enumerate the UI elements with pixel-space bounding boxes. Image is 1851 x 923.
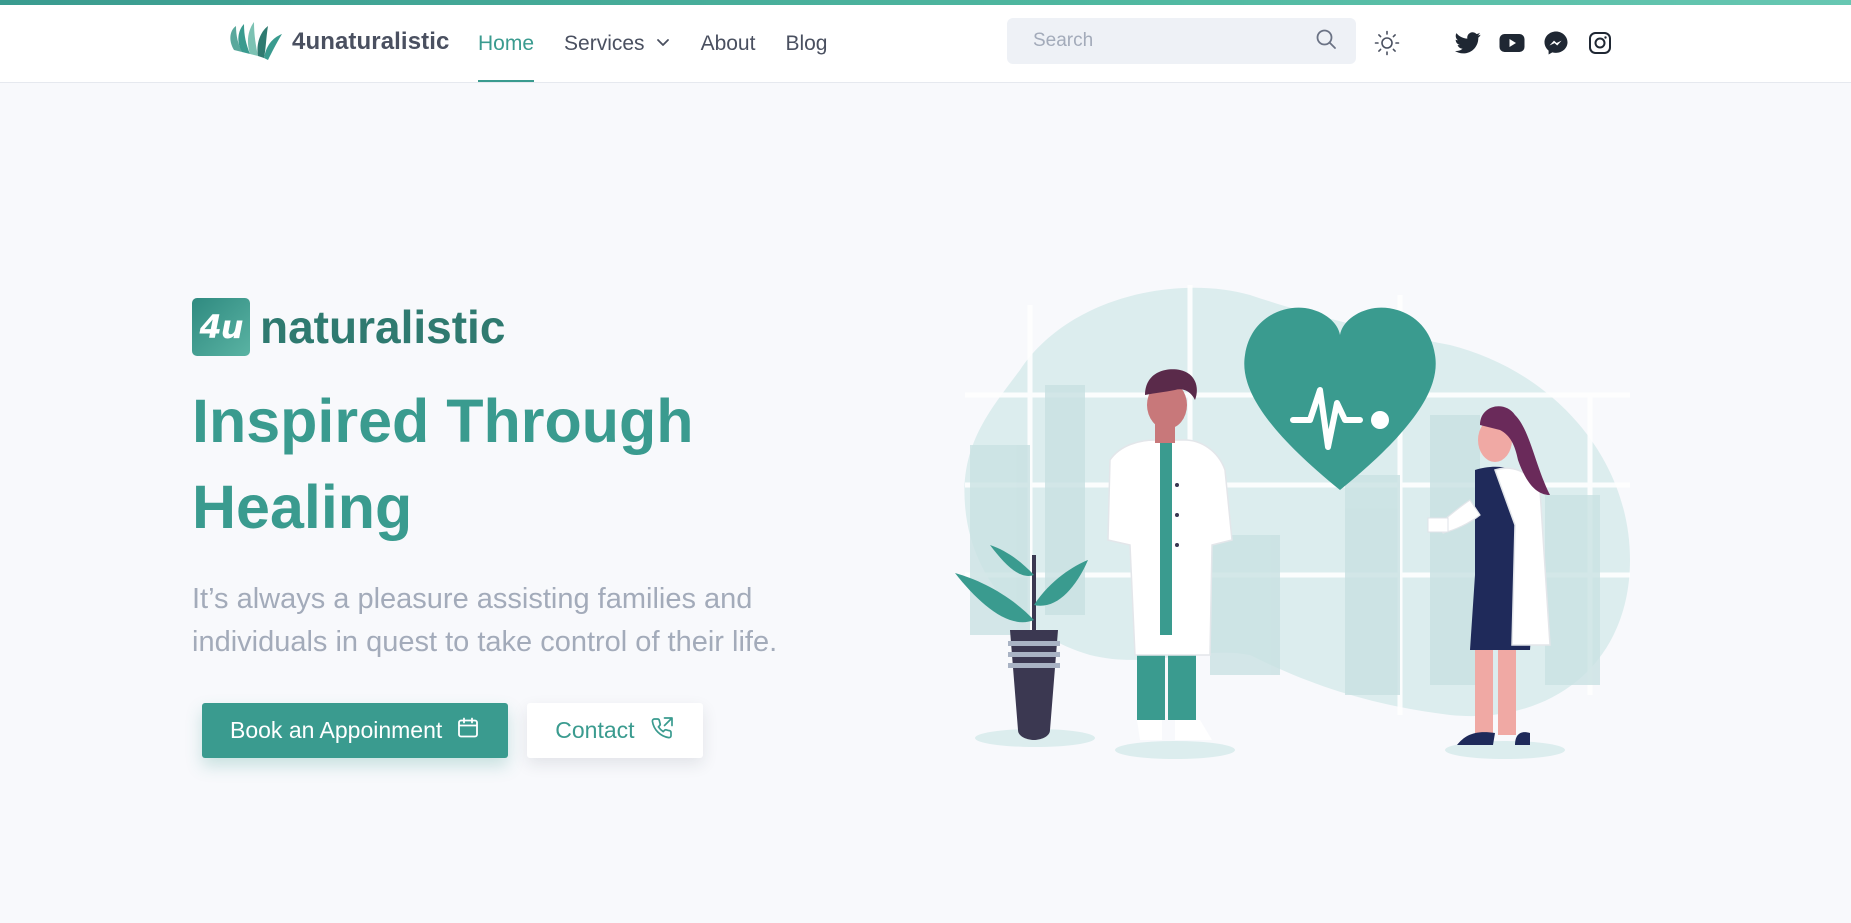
book-appointment-label: Book an Appoinment: [230, 717, 443, 743]
brand-name: 4unaturalistic: [292, 28, 450, 55]
sun-icon[interactable]: [1373, 29, 1401, 57]
doctors-heart-illustration: [950, 275, 1640, 765]
chevron-down-icon: [655, 32, 671, 56]
instagram-icon[interactable]: [1587, 30, 1613, 56]
calendar-icon: [456, 716, 480, 746]
phone-outgoing-icon: [649, 715, 675, 747]
search-icon[interactable]: [1314, 27, 1338, 56]
nav-home-label: Home: [478, 31, 535, 55]
messenger-icon[interactable]: [1543, 30, 1569, 56]
nav-services[interactable]: Services: [564, 5, 671, 82]
nav-services-label: Services: [564, 31, 645, 55]
nav-home[interactable]: Home: [478, 5, 535, 82]
social-links: [1455, 30, 1613, 56]
hero-lede: It’s always a pleasure assisting familie…: [192, 583, 778, 658]
nav-blog[interactable]: Blog: [785, 5, 827, 82]
hero-title: Inspired Through Healing: [192, 387, 694, 541]
nav-about[interactable]: About: [701, 5, 756, 82]
youtube-icon[interactable]: [1499, 30, 1525, 56]
leaf-logo-icon: [226, 20, 284, 65]
search-input[interactable]: [1033, 30, 1314, 52]
nav-blog-label: Blog: [785, 31, 828, 55]
twitter-icon[interactable]: [1455, 30, 1481, 56]
hero-logo: 4u naturalistic: [192, 298, 832, 356]
contact-button[interactable]: Contact: [527, 703, 703, 758]
contact-label: Contact: [555, 717, 635, 743]
search-box: [1007, 18, 1356, 64]
main-nav: Home Services About Blog: [478, 5, 827, 82]
brand-link[interactable]: 4unaturalistic: [226, 21, 449, 63]
logo-badge: 4u: [192, 298, 250, 356]
nav-about-label: About: [700, 31, 756, 55]
site-header: 4unaturalistic Home Services About Blog: [0, 5, 1851, 83]
hero-actions: Book an Appoinment Contact: [202, 703, 703, 758]
book-appointment-button[interactable]: Book an Appoinment: [202, 703, 509, 758]
hero-content: 4u naturalistic Inspired Through Healing…: [192, 298, 832, 664]
logo-word: naturalistic: [260, 301, 506, 353]
